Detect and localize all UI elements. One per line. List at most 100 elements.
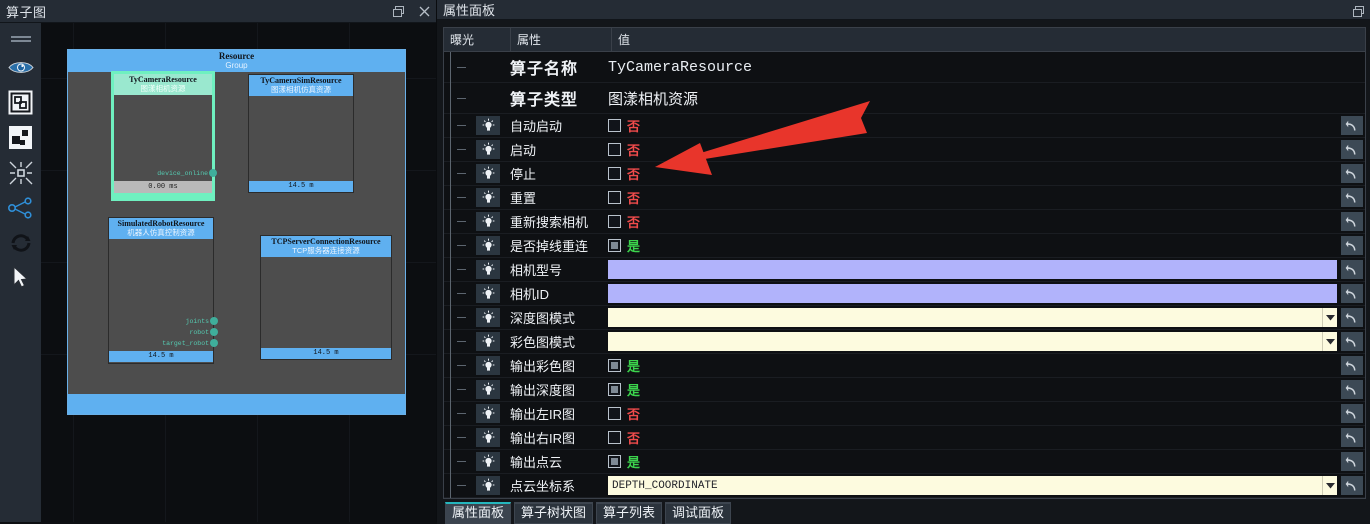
eye-icon[interactable] — [0, 50, 41, 85]
undock-icon[interactable] — [1350, 3, 1366, 19]
tab-2[interactable]: 算子列表 — [596, 502, 663, 524]
property-row[interactable]: 算子名称 TyCameraResource — [444, 52, 1365, 83]
property-row[interactable]: 重置 否 — [444, 186, 1365, 210]
property-value[interactable]: 否 — [604, 402, 1339, 425]
property-value[interactable]: TyCameraResource — [604, 52, 1339, 82]
undo-arrow-icon[interactable] — [1339, 162, 1365, 185]
refresh-icon[interactable] — [0, 225, 41, 260]
chevron-down-icon[interactable] — [1322, 308, 1337, 327]
checkbox[interactable] — [608, 215, 621, 228]
tab-1[interactable]: 算子树状图 — [514, 502, 594, 524]
exposure-bulb-icon[interactable] — [472, 474, 504, 497]
property-value[interactable]: 是 — [604, 378, 1339, 401]
undo-arrow-icon[interactable] — [1339, 234, 1365, 257]
dropdown-field[interactable] — [608, 332, 1337, 351]
cursor-icon[interactable] — [0, 260, 41, 295]
exposure-bulb-icon[interactable] — [472, 210, 504, 233]
property-value[interactable]: DEPTH_COORDINATE — [604, 474, 1339, 497]
exposure-bulb-icon[interactable] — [472, 402, 504, 425]
property-row[interactable]: 点云坐标系 DEPTH_COORDINATE — [444, 474, 1365, 498]
exposure-bulb-icon[interactable] — [472, 378, 504, 401]
property-row[interactable]: 输出左IR图 否 — [444, 402, 1365, 426]
property-row[interactable]: 自动启动 否 — [444, 114, 1365, 138]
property-value[interactable]: 否 — [604, 210, 1339, 233]
port-robot[interactable]: robot — [189, 328, 218, 336]
property-value[interactable]: 否 — [604, 186, 1339, 209]
checkbox[interactable] — [608, 359, 621, 372]
exposure-bulb-icon[interactable] — [472, 306, 504, 329]
property-value[interactable]: 否 — [604, 426, 1339, 449]
property-row[interactable]: 相机ID — [444, 282, 1365, 306]
dropdown-field[interactable] — [608, 308, 1337, 327]
fit-view-icon[interactable] — [0, 155, 41, 190]
property-row[interactable]: 彩色图模式 — [444, 330, 1365, 354]
property-row[interactable]: 重新搜索相机 否 — [444, 210, 1365, 234]
property-row[interactable]: 输出点云 是 — [444, 450, 1365, 474]
frame-select-icon[interactable] — [0, 85, 41, 120]
undo-arrow-icon[interactable] — [1339, 474, 1365, 497]
undo-arrow-icon[interactable] — [1339, 114, 1365, 137]
property-value[interactable]: 图漾相机资源 — [604, 83, 1339, 113]
property-row[interactable]: 相机型号 — [444, 258, 1365, 282]
undo-arrow-icon[interactable] — [1339, 186, 1365, 209]
property-value[interactable]: 否 — [604, 162, 1339, 185]
undo-arrow-icon[interactable] — [1339, 450, 1365, 473]
undo-arrow-icon[interactable] — [1339, 330, 1365, 353]
text-field[interactable] — [608, 284, 1337, 303]
tab-3[interactable]: 调试面板 — [665, 502, 732, 524]
chevron-down-icon[interactable] — [1322, 332, 1337, 351]
exposure-bulb-icon[interactable] — [472, 114, 504, 137]
property-row[interactable]: 输出彩色图 是 — [444, 354, 1365, 378]
exposure-bulb-icon[interactable] — [472, 282, 504, 305]
property-value[interactable]: 是 — [604, 234, 1339, 257]
property-value[interactable]: 否 — [604, 138, 1339, 161]
property-value[interactable]: 是 — [604, 354, 1339, 377]
undo-arrow-icon[interactable] — [1339, 426, 1365, 449]
checkbox[interactable] — [608, 239, 621, 252]
node-ty-camera-sim-resource[interactable]: TyCameraSimResource 图漾相机仿真资源 14.5 m — [248, 74, 354, 193]
exposure-bulb-icon[interactable] — [472, 138, 504, 161]
port-dot[interactable] — [209, 169, 217, 177]
checkbox[interactable] — [608, 383, 621, 396]
undo-arrow-icon[interactable] — [1339, 282, 1365, 305]
column-header-exposure[interactable]: 曝光 — [444, 28, 511, 51]
undo-arrow-icon[interactable] — [1339, 306, 1365, 329]
port-dot[interactable] — [210, 317, 218, 325]
property-row[interactable]: 是否掉线重连 是 — [444, 234, 1365, 258]
node-simulated-robot-resource[interactable]: SimulatedRobotResource 机器人仿真控制资源 joints — [108, 217, 218, 364]
property-value[interactable]: 是 — [604, 450, 1339, 473]
port-dot[interactable] — [210, 328, 218, 336]
checkbox[interactable] — [608, 167, 621, 180]
checkbox[interactable] — [608, 407, 621, 420]
exposure-bulb-icon[interactable] — [472, 354, 504, 377]
menu-grip-icon[interactable] — [10, 36, 31, 38]
share-graph-icon[interactable] — [0, 190, 41, 225]
port-target-robot[interactable]: target_robot — [162, 339, 218, 347]
checkbox[interactable] — [608, 455, 621, 468]
exposure-bulb-icon[interactable] — [472, 426, 504, 449]
column-header-property[interactable]: 属性 — [511, 28, 612, 51]
graph-canvas[interactable]: Resource Group TyCameraResource 图漾相机资源 d… — [41, 23, 436, 522]
property-value[interactable]: 否 — [604, 114, 1339, 137]
port-dot[interactable] — [210, 339, 218, 347]
property-value[interactable] — [604, 330, 1339, 353]
group-resource[interactable]: Resource Group TyCameraResource 图漾相机资源 d… — [67, 49, 406, 415]
undo-arrow-icon[interactable] — [1339, 354, 1365, 377]
port-joints[interactable]: joints — [186, 317, 218, 325]
property-row[interactable]: 深度图模式 — [444, 306, 1365, 330]
property-row[interactable]: 停止 否 — [444, 162, 1365, 186]
dropdown-field[interactable]: DEPTH_COORDINATE — [608, 476, 1337, 495]
exposure-bulb-icon[interactable] — [472, 186, 504, 209]
text-field[interactable] — [608, 260, 1337, 279]
checkbox[interactable] — [608, 191, 621, 204]
tab-0[interactable]: 属性面板 — [445, 502, 512, 524]
property-row[interactable]: 输出右IR图 否 — [444, 426, 1365, 450]
undo-arrow-icon[interactable] — [1339, 210, 1365, 233]
checkbox[interactable] — [608, 119, 621, 132]
exposure-bulb-icon[interactable] — [472, 450, 504, 473]
undo-arrow-icon[interactable] — [1339, 138, 1365, 161]
undo-arrow-icon[interactable] — [1339, 258, 1365, 281]
property-value[interactable] — [604, 282, 1339, 305]
property-row[interactable]: 输出深度图 是 — [444, 378, 1365, 402]
undo-arrow-icon[interactable] — [1339, 378, 1365, 401]
